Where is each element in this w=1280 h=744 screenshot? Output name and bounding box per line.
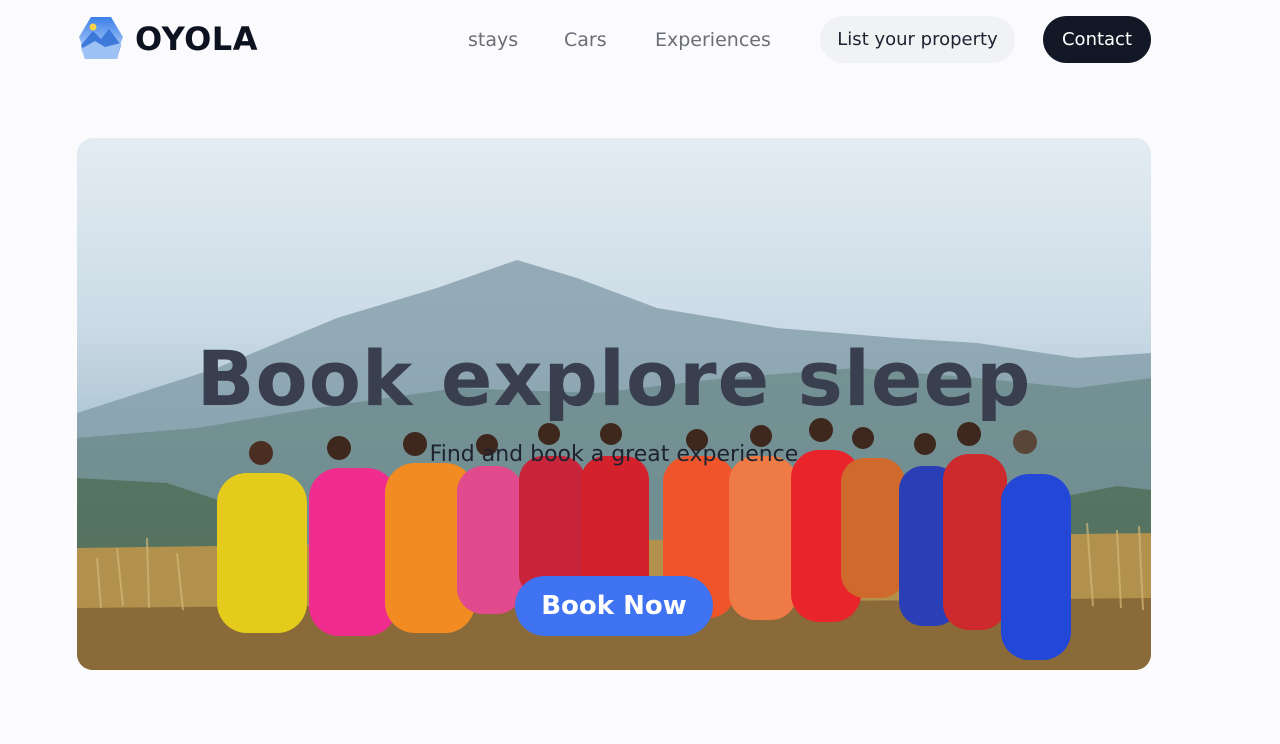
hero-title: Book explore sleep [196, 334, 1032, 423]
hero-banner: Book explore sleep Find and book a great… [77, 138, 1151, 670]
nav-link-stays[interactable]: stays [468, 27, 518, 53]
brand-logo-link[interactable]: OYOLA [77, 15, 258, 63]
book-now-button[interactable]: Book Now [515, 576, 713, 636]
hero-subtitle: Find and book a great experience [429, 442, 799, 467]
nav-link-experiences[interactable]: Experiences [655, 27, 771, 53]
brand-name: OYOLA [135, 20, 258, 58]
nav-link-cars[interactable]: Cars [564, 27, 607, 53]
top-navbar: OYOLA stays Cars Experiences List your p… [0, 0, 1280, 80]
contact-button[interactable]: Contact [1043, 16, 1151, 63]
mountain-hexagon-icon [79, 17, 123, 59]
list-property-button[interactable]: List your property [820, 16, 1015, 63]
